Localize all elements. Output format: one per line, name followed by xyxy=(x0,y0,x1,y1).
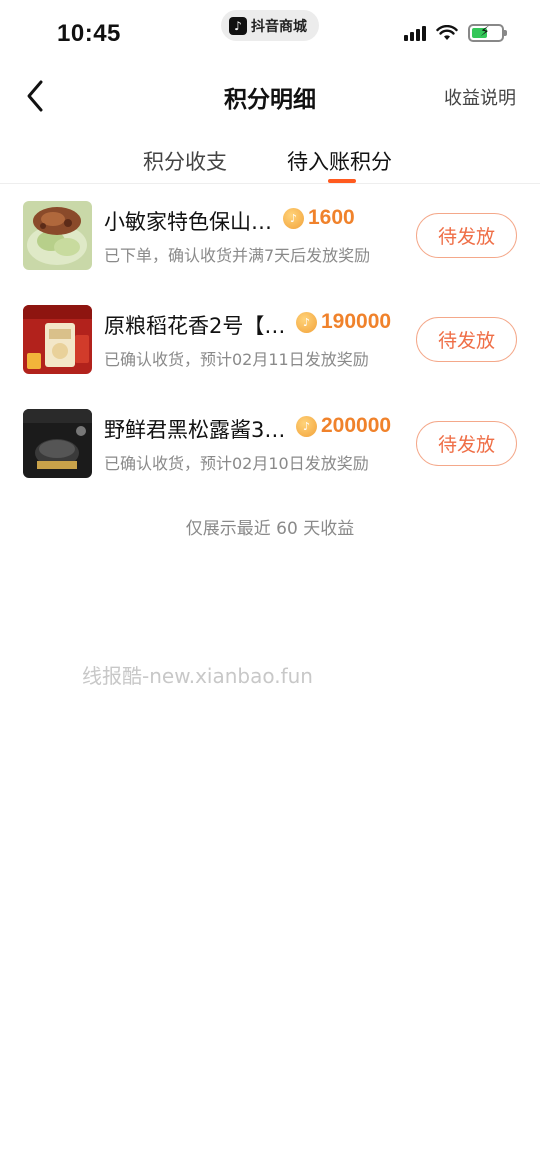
status-text: 已确认收货，预计02月10日发放奖励 xyxy=(104,454,369,473)
battery-icon: ⚡ xyxy=(468,24,507,42)
status-text: 已确认收货，预计02月11日发放奖励 xyxy=(104,350,369,369)
tab-pending-points[interactable]: 待入账积分 xyxy=(287,146,392,176)
points-amount: ♪ 200000 xyxy=(296,414,391,438)
coin-icon: ♪ xyxy=(296,415,317,437)
product-title: 原粮稻花香2号【… xyxy=(104,314,286,338)
pending-points-list: 小敏家特色保山… ♪ 1600 已下单，确认收货并满7天后发放奖励 待发放 原粮… xyxy=(0,184,540,496)
pending-button[interactable]: 待发放 xyxy=(416,317,517,362)
signal-icon xyxy=(404,25,426,41)
list-item[interactable]: 原粮稻花香2号【… ♪ 190000 已确认收货，预计02月11日发放奖励 待发… xyxy=(0,288,540,392)
product-thumbnail xyxy=(23,305,92,374)
product-thumbnail xyxy=(23,201,92,270)
earnings-explanation-link[interactable]: 收益说明 xyxy=(444,84,516,110)
wifi-icon xyxy=(436,25,458,40)
app-pill[interactable]: ♪ 抖音商城 xyxy=(221,10,319,41)
points-value: 200000 xyxy=(321,414,392,437)
points-value: 1600 xyxy=(308,206,355,229)
status-text: 已下单，确认收货并满7天后发放奖励 xyxy=(104,246,371,265)
douyin-icon: ♪ xyxy=(229,16,247,35)
tab-bar: 积分收支 待入账积分 xyxy=(0,140,540,184)
pending-button[interactable]: 待发放 xyxy=(416,213,517,258)
list-item[interactable]: 小敏家特色保山… ♪ 1600 已下单，确认收货并满7天后发放奖励 待发放 xyxy=(0,184,540,288)
pending-button[interactable]: 待发放 xyxy=(416,421,517,466)
watermark-text: 线报酷-new.xianbao.fun xyxy=(82,664,313,688)
nav-bar: 积分明细 收益说明 xyxy=(0,66,540,126)
product-thumbnail xyxy=(23,409,92,478)
app-pill-label: 抖音商城 xyxy=(251,18,307,35)
points-value: 190000 xyxy=(321,310,392,333)
status-time: 10:45 xyxy=(57,20,121,47)
coin-icon: ♪ xyxy=(296,311,317,333)
active-tab-indicator xyxy=(328,179,356,183)
points-amount: ♪ 1600 xyxy=(283,206,355,230)
footer-note: 仅展示最近 60 天收益 xyxy=(185,519,355,539)
tab-points-history[interactable]: 积分收支 xyxy=(143,146,227,176)
product-title: 小敏家特色保山… xyxy=(104,210,272,234)
status-icons: ⚡ xyxy=(404,24,507,42)
status-bar: 10:45 ♪ 抖音商城 ⚡ xyxy=(0,0,540,66)
coin-icon: ♪ xyxy=(283,207,304,229)
points-amount: ♪ 190000 xyxy=(296,310,391,334)
list-item[interactable]: 野鲜君黑松露酱3… ♪ 200000 已确认收货，预计02月10日发放奖励 待发… xyxy=(0,392,540,496)
product-title: 野鲜君黑松露酱3… xyxy=(104,418,286,442)
